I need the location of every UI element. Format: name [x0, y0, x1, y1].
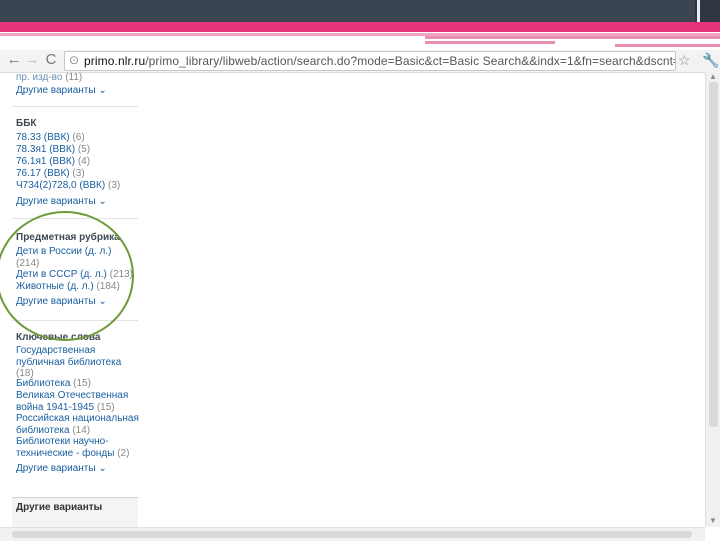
- facet-item[interactable]: 76.1я1 (ВВК) (4): [16, 156, 90, 168]
- facet-title-bbk: ББК: [16, 118, 37, 129]
- facet-item-label: 78.33 (ВВК): [16, 132, 70, 143]
- facet-separator: [12, 106, 138, 107]
- slide-pink-band: [0, 22, 720, 32]
- browser-toolbar: ← → C ⊙ primo.nlr.ru/primo_library/libwe…: [0, 50, 720, 73]
- slide-decorative-bars: [425, 36, 720, 48]
- slide-top-band: [0, 0, 720, 22]
- facet-item-count: (15): [96, 401, 115, 413]
- more-options-link[interactable]: Другие варианты ⌄: [16, 196, 107, 207]
- horizontal-scrollbar-thumb[interactable]: [12, 531, 692, 538]
- facet-item-label: пр. изд-во: [16, 72, 63, 83]
- vertical-scrollbar[interactable]: ▲ ▼: [705, 72, 720, 527]
- url-host: primo.nlr.ru: [84, 54, 146, 68]
- facet-item-label: 78.3я1 (ВВК): [16, 144, 76, 155]
- facet-item-label-cont: технические - фонды: [16, 447, 115, 459]
- facet-item-label: Библиотека: [16, 378, 71, 389]
- more-options-link[interactable]: Другие варианты ⌄: [16, 85, 107, 96]
- facet-item[interactable]: Государственная публичная библиотека (18): [16, 345, 121, 380]
- facet-item[interactable]: 78.33 (ВВК) (6): [16, 132, 85, 144]
- address-bar[interactable]: ⊙ primo.nlr.ru/primo_library/libweb/acti…: [64, 51, 676, 71]
- facet-item[interactable]: Библиотека (15): [16, 378, 91, 390]
- facet-item[interactable]: 76.17 (ВВК) (3): [16, 168, 85, 180]
- annotation-circle: [0, 211, 134, 341]
- facet-item[interactable]: Великая Отечественная война 1941-1945 (15…: [16, 390, 128, 413]
- back-button[interactable]: ←: [6, 52, 22, 68]
- facet-item[interactable]: Российская национальная библиотека (14): [16, 413, 139, 436]
- more-options-panel[interactable]: Другие варианты: [12, 497, 138, 528]
- facet-item-label: 76.1я1 (ВВК): [16, 156, 76, 167]
- facet-item-label: Библиотеки научно-: [16, 436, 109, 447]
- facet-item-label-cont: библиотека: [16, 424, 70, 436]
- facet-item-count: (3): [107, 180, 121, 191]
- facet-item-partial[interactable]: пр. изд-во (11): [16, 72, 82, 84]
- facet-item-count: (3): [72, 168, 85, 179]
- facet-item[interactable]: Ч734(2)728,0 (ВВК) (3): [16, 180, 120, 192]
- scrollbar-thumb[interactable]: [709, 82, 718, 427]
- facet-item-count: (14): [72, 424, 91, 436]
- scroll-down-icon[interactable]: ▼: [709, 516, 717, 525]
- facet-item-count: (11): [65, 72, 83, 83]
- facet-item-label: 76.17 (ВВК): [16, 168, 70, 179]
- facet-item-count: (6): [72, 132, 85, 143]
- reload-button[interactable]: C: [43, 52, 59, 68]
- more-options-panel-title: Другие варианты: [16, 502, 103, 513]
- facet-item-label: Великая Отечественная: [16, 390, 129, 401]
- forward-button[interactable]: →: [24, 52, 40, 68]
- facet-item-label-cont: война 1941-1945: [16, 401, 95, 413]
- bookmark-star-icon[interactable]: ☆: [678, 52, 691, 69]
- facet-item-count: (15): [73, 378, 91, 389]
- facet-item[interactable]: Библиотеки научно-технические - фонды (2…: [16, 436, 129, 459]
- facet-item-count: (5): [77, 144, 91, 155]
- facet-item-label: Ч734(2)728,0 (ВВК): [16, 180, 106, 191]
- facet-item[interactable]: 78.3я1 (ВВК) (5): [16, 144, 90, 156]
- facet-item-count: (2): [117, 447, 130, 459]
- page-info-icon[interactable]: ⊙: [69, 54, 82, 67]
- facet-item-label-cont: публичная библиотека: [16, 356, 122, 368]
- facet-item-count: (4): [77, 156, 91, 167]
- horizontal-scrollbar[interactable]: [0, 527, 705, 541]
- facet-item-label: Российская национальная: [16, 413, 139, 424]
- scroll-up-icon[interactable]: ▲: [709, 72, 717, 81]
- facet-item-label: Государственная: [16, 345, 96, 356]
- url-path: /primo_library/libweb/action/search.do?m…: [145, 54, 676, 68]
- settings-wrench-icon[interactable]: 🔧: [702, 52, 719, 69]
- more-options-link[interactable]: Другие варианты ⌄: [16, 463, 107, 474]
- url-text: primo.nlr.ru/primo_library/libweb/action…: [84, 54, 676, 68]
- slide-corner-decoration: [695, 0, 720, 22]
